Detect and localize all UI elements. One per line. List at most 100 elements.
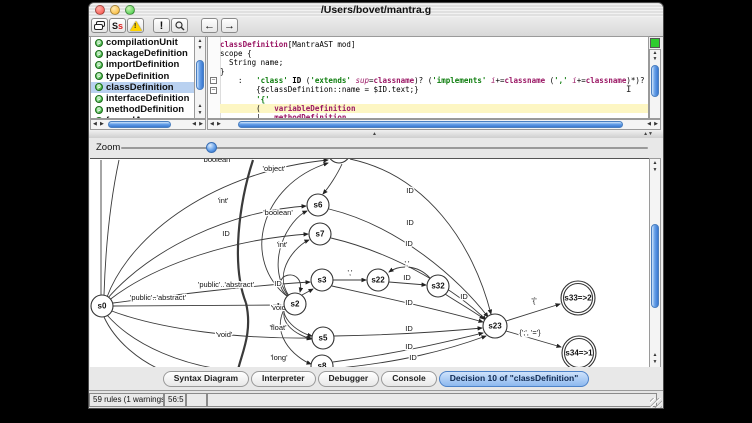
dfa-edge: [104, 317, 161, 368]
forward-button[interactable]: →: [221, 18, 238, 33]
rule-name: interfaceDefinition: [106, 93, 189, 104]
warning-button[interactable]: !: [127, 18, 144, 33]
editor-horizontal-scrollbar[interactable]: ◀ ▶ ◀ ▶: [207, 119, 661, 130]
edge-label: '{': [531, 296, 537, 305]
back-button[interactable]: ←: [201, 18, 218, 33]
sidebar-horizontal-scrollbar[interactable]: ◀ ▶ ◀ ▶: [90, 119, 206, 130]
code-line[interactable]: '{': [220, 95, 648, 104]
zoom-slider[interactable]: [121, 147, 648, 149]
sidebar-vertical-scrollbar[interactable]: ▲ ▼ ▲ ▼: [194, 36, 206, 119]
debug-button[interactable]: !: [153, 18, 170, 33]
edge-label: ID: [274, 279, 282, 288]
svg-text:s7: s7: [316, 230, 325, 239]
svg-text:s2: s2: [291, 300, 300, 309]
edge-label: ID: [222, 229, 230, 238]
find-icon: [175, 21, 185, 31]
diagram-node-s6[interactable]: s6: [307, 194, 329, 216]
fold-toggle-icon[interactable]: –: [210, 87, 217, 94]
parser-rule-icon: p: [95, 61, 103, 69]
diagram-node-s5[interactable]: s5: [312, 327, 334, 349]
scroll-down-icon[interactable]: ▼: [195, 111, 205, 116]
tab-syntax-diagram[interactable]: Syntax Diagram: [163, 371, 249, 387]
tab-console[interactable]: Console: [381, 371, 437, 387]
edge-label: ID: [405, 239, 413, 248]
decision-dfa-canvas[interactable]: 'public'..'abstract''public'..'abstract'…: [90, 158, 649, 369]
sidebar-hscroll-thumb[interactable]: [108, 121, 171, 128]
window-resize-grip[interactable]: [650, 398, 662, 409]
edge-label: ID: [405, 298, 413, 307]
editor-hscroll-thumb[interactable]: [238, 121, 623, 128]
splitter-collapse-icon[interactable]: ▲: [372, 131, 377, 137]
editor-vertical-scrollbar[interactable]: ▲ ▼: [649, 49, 661, 119]
scroll-left-icon[interactable]: ◀: [647, 120, 651, 129]
syntax-coloring-button[interactable]: Ss: [109, 18, 126, 33]
sidebar-item-classDefinition[interactable]: pclassDefinition: [91, 82, 194, 93]
dfa-edge: [104, 160, 119, 295]
scroll-down-icon[interactable]: ▼: [650, 168, 660, 173]
editor-code-area[interactable]: classDefinition[MantraAST mod]scope { St…: [220, 40, 648, 119]
splitter-arrows-icon[interactable]: ▲▼: [643, 131, 653, 137]
sidebar-item-importDefinition[interactable]: pimportDefinition: [91, 59, 194, 70]
warning-icon: !: [130, 21, 142, 31]
scroll-left-icon[interactable]: ◀: [192, 120, 196, 129]
parser-rule-icon: p: [95, 95, 103, 103]
scroll-up-icon[interactable]: ▲: [195, 39, 205, 44]
zoom-slider-thumb[interactable]: [206, 142, 217, 153]
sidebar-item-compilationUnit[interactable]: pcompilationUnit: [91, 37, 194, 48]
sidebar-item-packageDefinition[interactable]: ppackageDefinition: [91, 48, 194, 59]
code-line[interactable]: ( variableDefinition: [220, 104, 648, 113]
scroll-up-icon[interactable]: ▲: [195, 104, 205, 109]
diagram-node-s23[interactable]: s23: [483, 314, 507, 338]
scroll-up-icon[interactable]: ▲: [650, 161, 660, 166]
edge-label: ID: [403, 273, 411, 282]
code-line[interactable]: }: [220, 67, 648, 76]
tab-debugger[interactable]: Debugger: [318, 371, 380, 387]
code-line[interactable]: : 'class' ID ('extends' sup=classname)? …: [220, 76, 648, 85]
code-line[interactable]: {$classDefinition::name = $ID.text;}: [220, 85, 648, 94]
sidebar-item-interfaceDefinition[interactable]: pinterfaceDefinition: [91, 93, 194, 104]
edge-label: ',': [348, 268, 354, 277]
rules-outline-button[interactable]: [91, 18, 108, 33]
find-button[interactable]: [171, 18, 188, 33]
scroll-left-icon[interactable]: ◀: [210, 120, 214, 129]
scroll-down-icon[interactable]: ▼: [195, 46, 205, 51]
scroll-right-icon[interactable]: ▶: [100, 120, 104, 129]
diagram-node-s3[interactable]: s3: [311, 269, 333, 291]
diagram-node-s32[interactable]: s32: [427, 275, 449, 297]
edge-label: 'public'..'abstract': [130, 293, 187, 302]
svg-text:s6: s6: [314, 201, 323, 210]
diagram-node-s0[interactable]: s0: [91, 295, 113, 317]
sidebar-item-typeDefinition[interactable]: ptypeDefinition: [91, 71, 194, 82]
diagram-node-s22[interactable]: s22: [367, 269, 389, 291]
diagram-node-s2[interactable]: s2: [284, 293, 306, 315]
code-line[interactable]: classDefinition[MantraAST mod]: [220, 40, 648, 49]
diagram-vscroll-thumb[interactable]: [651, 224, 659, 308]
sidebar-vscroll-thumb[interactable]: [196, 60, 204, 90]
tab-interpreter[interactable]: Interpreter: [251, 371, 316, 387]
scroll-left-icon[interactable]: ◀: [93, 120, 97, 129]
titlebar[interactable]: /Users/bovet/mantra.g: [89, 3, 663, 18]
diagram-vertical-scrollbar[interactable]: ▲ ▼ ▲ ▼: [649, 158, 661, 368]
diagram-node-top[interactable]: [328, 159, 350, 163]
scroll-right-icon[interactable]: ▶: [217, 120, 221, 129]
editor-vscroll-thumb[interactable]: [651, 65, 659, 97]
diagram-node-s34=>1[interactable]: s34=>1: [562, 336, 596, 368]
svg-text:s32: s32: [431, 282, 445, 291]
scroll-down-icon[interactable]: ▼: [650, 360, 660, 365]
scroll-right-icon[interactable]: ▶: [654, 120, 658, 129]
back-button: ←: [204, 20, 215, 32]
scroll-down-icon[interactable]: ▼: [650, 57, 660, 62]
fold-toggle-icon[interactable]: –: [210, 77, 217, 84]
dfa-edge: [316, 336, 486, 368]
code-line[interactable]: String name;: [220, 58, 648, 67]
diagram-node-s7[interactable]: s7: [309, 223, 331, 245]
tab-decision-10-of-classdefinition[interactable]: Decision 10 of "classDefinition": [439, 371, 590, 387]
diagram-node-s33=>2[interactable]: s33=>2: [561, 281, 595, 315]
scroll-up-icon[interactable]: ▲: [650, 353, 660, 358]
grammar-editor[interactable]: – – classDefinition[MantraAST mod]scope {…: [207, 36, 649, 119]
scroll-right-icon[interactable]: ▶: [199, 120, 203, 129]
edge-label: 'boolean': [263, 208, 293, 217]
sidebar-item-methodDefinition[interactable]: pmethodDefinition: [91, 104, 194, 115]
code-line[interactable]: scope {: [220, 49, 648, 58]
status-caret-position: 56:5: [164, 393, 186, 407]
